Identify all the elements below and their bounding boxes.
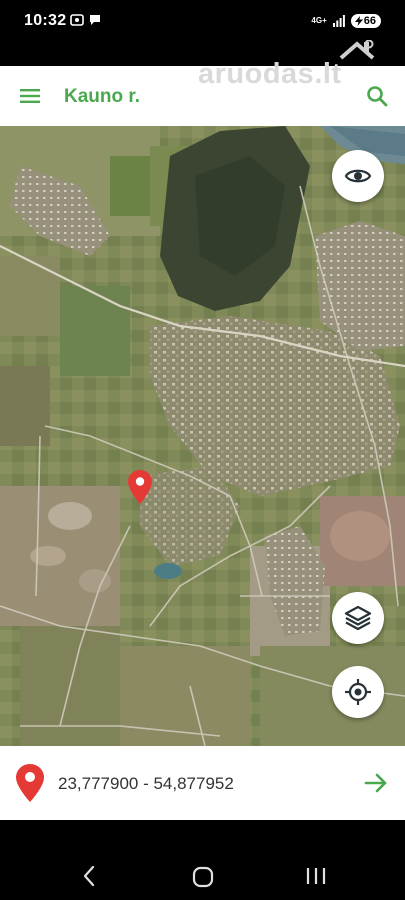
screen: 10:32 4G+ 66 Kauno r. aruodas.lt 23,7779… [0,0,405,900]
charging-bolt-icon [354,16,363,26]
recent-apps-icon[interactable] [305,866,327,886]
battery-indicator: 66 [350,14,381,28]
status-bar: 10:32 4G+ 66 [0,0,405,42]
satellite-imagery [0,126,405,746]
watermark-text: aruodas.lt [198,58,342,90]
coordinates-text: 23,777900 - 54,877952 [58,774,234,793]
visibility-toggle-button[interactable] [332,150,384,202]
satellite-map[interactable] [0,126,405,746]
search-icon[interactable] [365,84,389,108]
layers-icon [344,605,372,631]
map-layers-button[interactable] [332,592,384,644]
signal-icon [332,15,345,27]
battery-level: 66 [363,15,376,27]
location-info-bar: 23,777900 - 54,877952 [0,746,405,820]
home-circle-icon[interactable] [192,866,214,888]
location-pin-icon [16,764,44,802]
my-location-button[interactable] [332,666,384,718]
status-indicators: 4G+ 66 [311,12,381,30]
app-bar: Kauno r. aruodas.lt [0,40,405,126]
message-notification-icon [90,15,100,25]
status-time: 10:32 [24,12,67,29]
map-pin-icon[interactable] [128,470,152,504]
house-logo-icon [339,40,375,60]
hamburger-menu-icon[interactable] [18,84,42,108]
eye-icon [344,169,372,183]
page-title: Kauno r. [64,86,141,107]
back-chevron-icon[interactable] [80,864,98,888]
screenshot-notification-icon [70,14,84,26]
crosshair-location-icon [345,679,371,705]
arrow-right-icon[interactable] [363,770,389,796]
aruodas-watermark-logo: aruodas.lt [198,40,376,100]
network-type-label: 4G+ [311,16,327,25]
system-navigation-bar [0,820,405,900]
